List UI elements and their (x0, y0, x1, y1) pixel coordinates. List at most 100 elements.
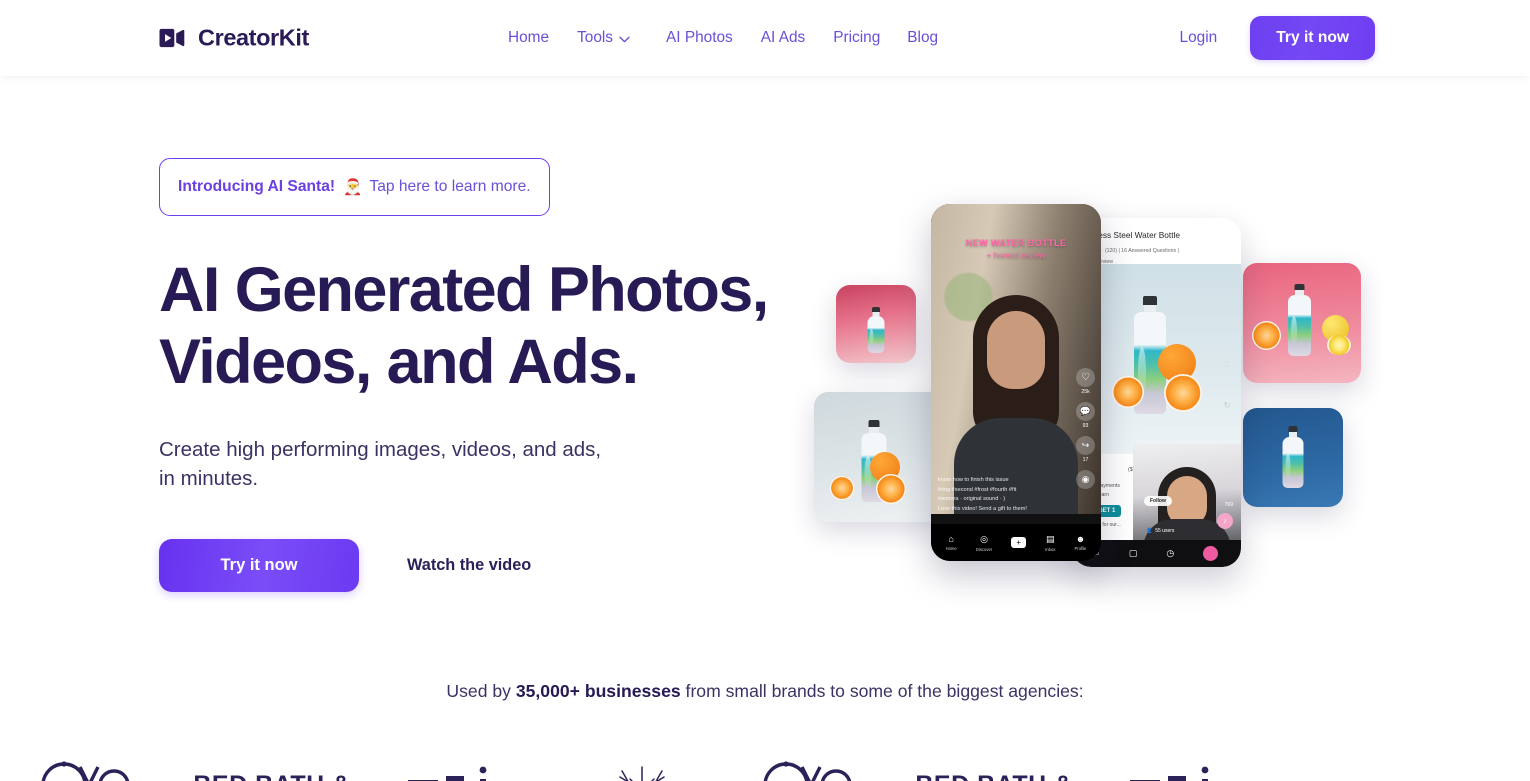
avatar-dot-icon[interactable] (1203, 546, 1219, 561)
comment-icon[interactable]: 💬 (1076, 402, 1095, 421)
nav-item-tools[interactable]: Tools (577, 23, 630, 53)
viewers-count: 55 users (1155, 528, 1175, 534)
orange-slice-icon (1112, 376, 1144, 408)
caption-line-3: memora · original sound · ) (938, 496, 1006, 503)
video-icon[interactable]: ▢ (1129, 548, 1138, 559)
bottle-graphic (1280, 426, 1306, 488)
partner-logo-ornate-crown (562, 756, 722, 781)
page-title: AI Generated Photos, Videos, and Ads. (159, 255, 839, 399)
subtitle-line-1: Create high performing images, videos, a… (159, 437, 602, 461)
person-icon: 👤 (1146, 528, 1153, 534)
login-link[interactable]: Login (1180, 29, 1218, 47)
orange-slice-icon (1252, 321, 1281, 350)
live-viewers: 👤 55 users (1146, 528, 1174, 534)
likes-count: 25k (1081, 389, 1090, 395)
watch-the-video-link[interactable]: Watch the video (407, 556, 531, 575)
nav-label: AI Ads (760, 29, 806, 46)
santa-emoji-icon: 🎅 (343, 178, 363, 196)
brand-name: CreatorKit (198, 24, 309, 51)
face-shape (987, 311, 1045, 389)
hero-try-it-now-button[interactable]: Try it now (159, 538, 359, 592)
music-disc-icon[interactable]: ◉ (1076, 470, 1095, 489)
usedby-highlight: 35,000+ businesses (515, 681, 681, 701)
nav-label: Home (508, 29, 550, 46)
video-review-phone-card: NEW WATER BOTTLE + honest review ♡ 25k 💬… (931, 204, 1101, 561)
timer-icon[interactable]: ◷ (1166, 548, 1174, 559)
tab-profile[interactable]: ☻ Profile (1075, 534, 1087, 551)
announcement-link-text: Tap here to learn more. (369, 178, 531, 195)
share-icon[interactable]: ↪ (1076, 436, 1095, 455)
partner-logo-circular-monogram (722, 756, 894, 781)
inbox-icon: ▤ (1045, 533, 1055, 544)
site-header: CreatorKit Home Tools AI Photos AI Ads P… (0, 0, 1530, 76)
nav-item-blog[interactable]: Blog (907, 23, 938, 53)
partner-logo-bed-bath: BED BATH & (894, 756, 1094, 781)
tab-label: Discover (975, 546, 993, 552)
tab-discover[interactable]: ◎ Discover (976, 534, 992, 552)
announcement-banner[interactable]: Introducing AI Santa! 🎅 Tap here to lear… (159, 158, 550, 216)
partner-logo-bed-bath: BED BATH & (172, 756, 372, 781)
orange-slice-icon (876, 474, 906, 504)
usedby-suffix: from small brands to some of the biggest… (680, 681, 1084, 701)
overlay-line-2: + honest review (986, 250, 1046, 260)
follow-button[interactable]: Follow (1144, 496, 1172, 506)
nav-label: Blog (907, 29, 939, 46)
nav-label: Pricing (833, 29, 881, 46)
bottle-graphic (1285, 284, 1314, 356)
product-header: ...inless Steel Water Bottle ★★★ (120) |… (1083, 230, 1233, 265)
nav-item-ai-ads[interactable]: AI Ads (761, 23, 806, 53)
landing-page: CreatorKit Home Tools AI Photos AI Ads P… (0, 0, 1530, 781)
music-note-icon: ♪ (1217, 513, 1233, 529)
caption-line-4: Love this video! Send a gift to them! (938, 506, 1027, 513)
video-phone-tabbar: ⌂ Home ◎ Discover + ▤ Inbox ☻ Profile (931, 524, 1101, 561)
tab-create[interactable]: + (1011, 537, 1026, 548)
usedby-prefix: Used by (446, 681, 516, 701)
person-icon: ☻ (1075, 534, 1086, 544)
home-icon: ⌂ (948, 534, 954, 544)
favorite-heart-icon[interactable]: ♡ (1223, 360, 1231, 371)
heart-icon[interactable]: ♡ (1076, 368, 1095, 387)
lemon-wedge-icon (1327, 335, 1351, 355)
product-thumb-pink (836, 285, 916, 363)
partner-logo-wordmark (1094, 756, 1284, 781)
nav-item-pricing[interactable]: Pricing (833, 23, 880, 53)
header-try-it-now-button[interactable]: Try it now (1250, 16, 1375, 60)
product-rating: ★★★ (120) | 16 Answered Questions | (1083, 247, 1233, 256)
main-nav: Home Tools AI Photos AI Ads Pricing Blog (508, 23, 938, 53)
hero-image-collage: ...inless Steel Water Bottle ★★★ (120) |… (800, 190, 1390, 590)
subtitle-line-2: in minutes. (159, 467, 259, 491)
partner-logo-wordmark (372, 756, 562, 781)
tab-home[interactable]: ⌂ Home (946, 534, 957, 551)
live-likes-count: 769 (1224, 502, 1233, 508)
hero-cta-row: Try it now Watch the video (159, 538, 839, 592)
product-title: ...inless Steel Water Bottle (1083, 230, 1180, 240)
product-thumb-gray (814, 392, 945, 522)
video-caption: know how to finish this issue thing #sec… (938, 476, 1067, 515)
comments-count: 93 (1082, 423, 1089, 429)
headline-line-2: Videos, and Ads. (159, 326, 639, 397)
shares-count: 17 (1082, 457, 1089, 463)
plus-icon: + (1011, 537, 1026, 548)
tab-label: Inbox (1045, 546, 1056, 552)
product-thumb-rose (1243, 263, 1361, 383)
nav-label: AI Photos (666, 29, 733, 46)
product-thumb-blue (1243, 408, 1343, 507)
nav-item-home[interactable]: Home (508, 23, 549, 53)
refresh-icon[interactable]: ↻ (1223, 400, 1231, 411)
tab-inbox[interactable]: ▤ Inbox (1045, 534, 1055, 552)
compass-icon: ◎ (980, 533, 988, 544)
tab-label: Profile (1074, 546, 1087, 551)
partner-logo-strip: BED BATH & (0, 756, 1530, 781)
brand-logo[interactable]: CreatorKit (158, 25, 309, 52)
overlay-line-1: NEW WATER BOTTLE (965, 238, 1067, 248)
rating-meta: (120) | 16 Answered Questions | (1104, 248, 1179, 255)
orange-slice-icon (830, 476, 854, 500)
partner-logo-circular-monogram (0, 756, 172, 781)
nav-item-ai-photos[interactable]: AI Photos (666, 23, 733, 53)
nav-label: Tools (577, 29, 613, 46)
header-actions: Login Try it now (1180, 16, 1375, 60)
hero-subtitle: Create high performing images, videos, a… (159, 435, 839, 494)
hero-content: Introducing AI Santa! 🎅 Tap here to lear… (159, 76, 839, 592)
chevron-down-icon (619, 34, 630, 43)
orange-slice-icon (1164, 374, 1202, 412)
